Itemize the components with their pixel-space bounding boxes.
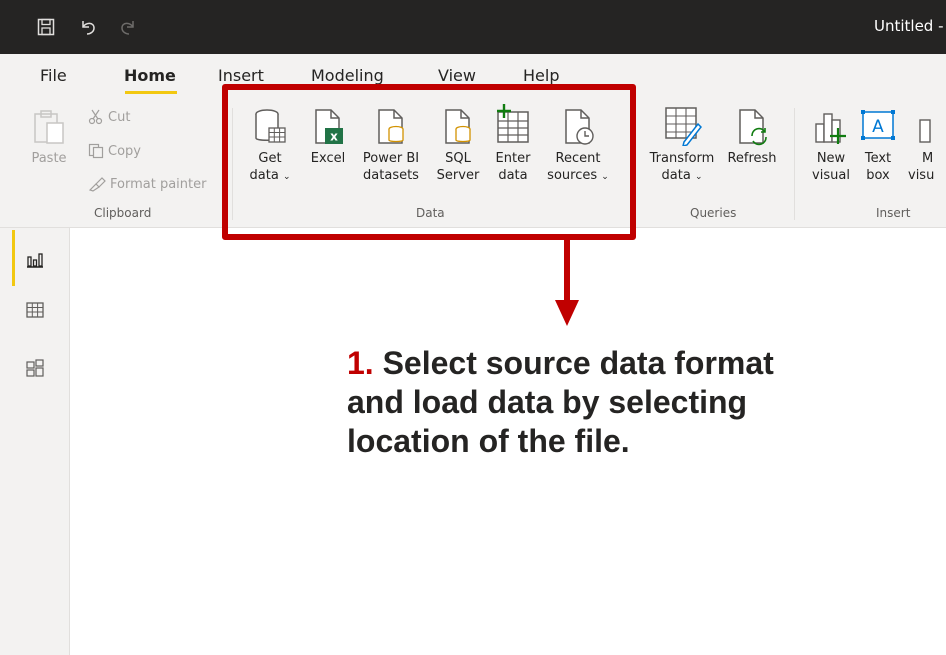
- new-visual-button[interactable]: New visual: [806, 106, 856, 184]
- callout-arrow-line: [564, 240, 570, 304]
- title-bar: Untitled -: [0, 0, 946, 54]
- refresh-icon: [739, 109, 767, 146]
- format-painter-button[interactable]: Format painter: [88, 176, 206, 192]
- transform-label-2: data: [661, 168, 691, 183]
- cut-label: Cut: [108, 109, 131, 125]
- format-painter-icon: [88, 177, 106, 192]
- paste-button[interactable]: Paste: [24, 108, 74, 167]
- refresh-label: Refresh: [727, 151, 777, 166]
- tab-view[interactable]: View: [438, 66, 476, 85]
- window-title: Untitled -: [874, 17, 944, 35]
- data-view-icon[interactable]: [22, 297, 48, 323]
- scissors-icon: [88, 109, 103, 125]
- more-visuals-label-1: M: [922, 151, 934, 166]
- tab-modeling[interactable]: Modeling: [311, 66, 384, 85]
- undo-icon[interactable]: [75, 14, 101, 40]
- chevron-down-icon: ⌄: [694, 172, 703, 182]
- callout-text: Select source data format and load data …: [347, 345, 774, 459]
- transform-label-1: Transform: [649, 151, 715, 166]
- paste-icon: [34, 110, 64, 144]
- more-visuals-icon: [919, 119, 931, 143]
- text-box-button[interactable]: A Text box: [858, 106, 898, 184]
- copy-label: Copy: [108, 143, 141, 159]
- paste-label: Paste: [31, 151, 67, 166]
- copy-icon: [88, 143, 104, 159]
- data-group-highlight: [222, 84, 636, 240]
- text-box-label-1: Text: [864, 151, 892, 166]
- redo-icon: [115, 14, 141, 40]
- active-tab-indicator: [125, 91, 177, 94]
- more-visuals-button[interactable]: M visu: [906, 106, 946, 184]
- more-visuals-label-2: visu: [908, 168, 935, 183]
- tab-insert[interactable]: Insert: [218, 66, 264, 85]
- tab-file[interactable]: File: [40, 66, 67, 85]
- cut-button[interactable]: Cut: [88, 109, 130, 125]
- tab-home[interactable]: Home: [124, 66, 176, 85]
- new-visual-icon: [815, 113, 846, 144]
- separator: [794, 108, 795, 220]
- view-rail: [0, 228, 70, 655]
- tab-help[interactable]: Help: [523, 66, 559, 85]
- transform-icon: [665, 107, 702, 146]
- text-box-icon: A: [861, 110, 895, 140]
- copy-button[interactable]: Copy: [88, 143, 141, 159]
- new-visual-label-1: New: [816, 151, 846, 166]
- instruction-callout: 1. Select source data format and load da…: [347, 344, 807, 461]
- queries-group-label: Queries: [690, 206, 737, 220]
- callout-step-number: 1.: [347, 345, 374, 381]
- refresh-button[interactable]: Refresh: [722, 108, 782, 167]
- active-view-indicator: [12, 230, 15, 286]
- save-icon[interactable]: [33, 14, 59, 40]
- text-box-label-2: box: [866, 168, 890, 183]
- transform-data-button[interactable]: Transform data ⌄: [644, 104, 720, 186]
- model-view-icon[interactable]: [22, 355, 48, 381]
- report-view-icon[interactable]: [22, 246, 48, 272]
- svg-text:A: A: [872, 117, 884, 137]
- new-visual-label-2: visual: [812, 168, 850, 183]
- callout-arrow-head: [555, 300, 579, 326]
- clipboard-group-label: Clipboard: [94, 206, 152, 220]
- format-painter-label: Format painter: [110, 176, 207, 192]
- insert-group-label: Insert: [876, 206, 911, 220]
